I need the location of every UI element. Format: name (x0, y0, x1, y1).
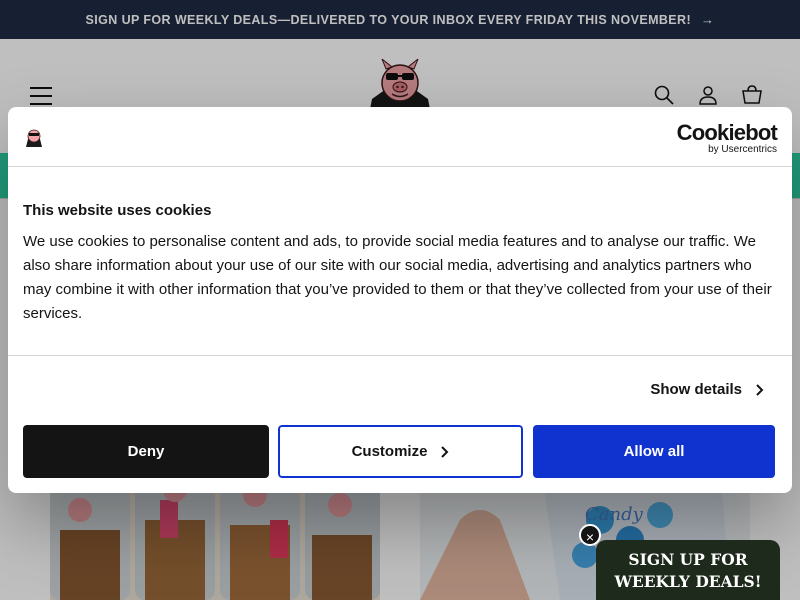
dialog-title: This website uses cookies (23, 202, 212, 219)
deny-label: Deny (127, 443, 165, 460)
show-details-link[interactable]: Show details (650, 381, 764, 398)
dialog-divider (8, 355, 792, 356)
customize-label: Customize (351, 443, 428, 460)
allow-all-label: Allow all (623, 443, 685, 460)
cookiebot-logo[interactable]: Cookiebot by Usercentrics (676, 120, 778, 156)
dialog-body: We use cookies to personalise content an… (23, 233, 772, 322)
weekly-deals-popup[interactable]: SIGN UP FOR WEEKLY DEALS! (596, 540, 780, 600)
site-logo-small (26, 129, 42, 147)
chevron-right-icon (441, 445, 449, 458)
deals-line-1: SIGN UP FOR (628, 550, 748, 569)
chevron-right-icon (756, 383, 764, 396)
allow-all-button[interactable]: Allow all (533, 425, 775, 478)
cookie-dialog: Cookiebot by Usercentrics This website u… (8, 107, 792, 493)
cookiebot-brand: Cookiebot (676, 120, 778, 145)
show-details-label: Show details (650, 381, 742, 398)
cookiebot-byline: by Usercentrics (708, 144, 777, 155)
close-icon[interactable]: × (579, 524, 601, 546)
dialog-header: Cookiebot by Usercentrics (8, 107, 792, 167)
customize-button[interactable]: Customize (277, 424, 524, 479)
deals-line-2: WEEKLY DEALS! (614, 572, 762, 591)
deny-button[interactable]: Deny (23, 425, 269, 478)
